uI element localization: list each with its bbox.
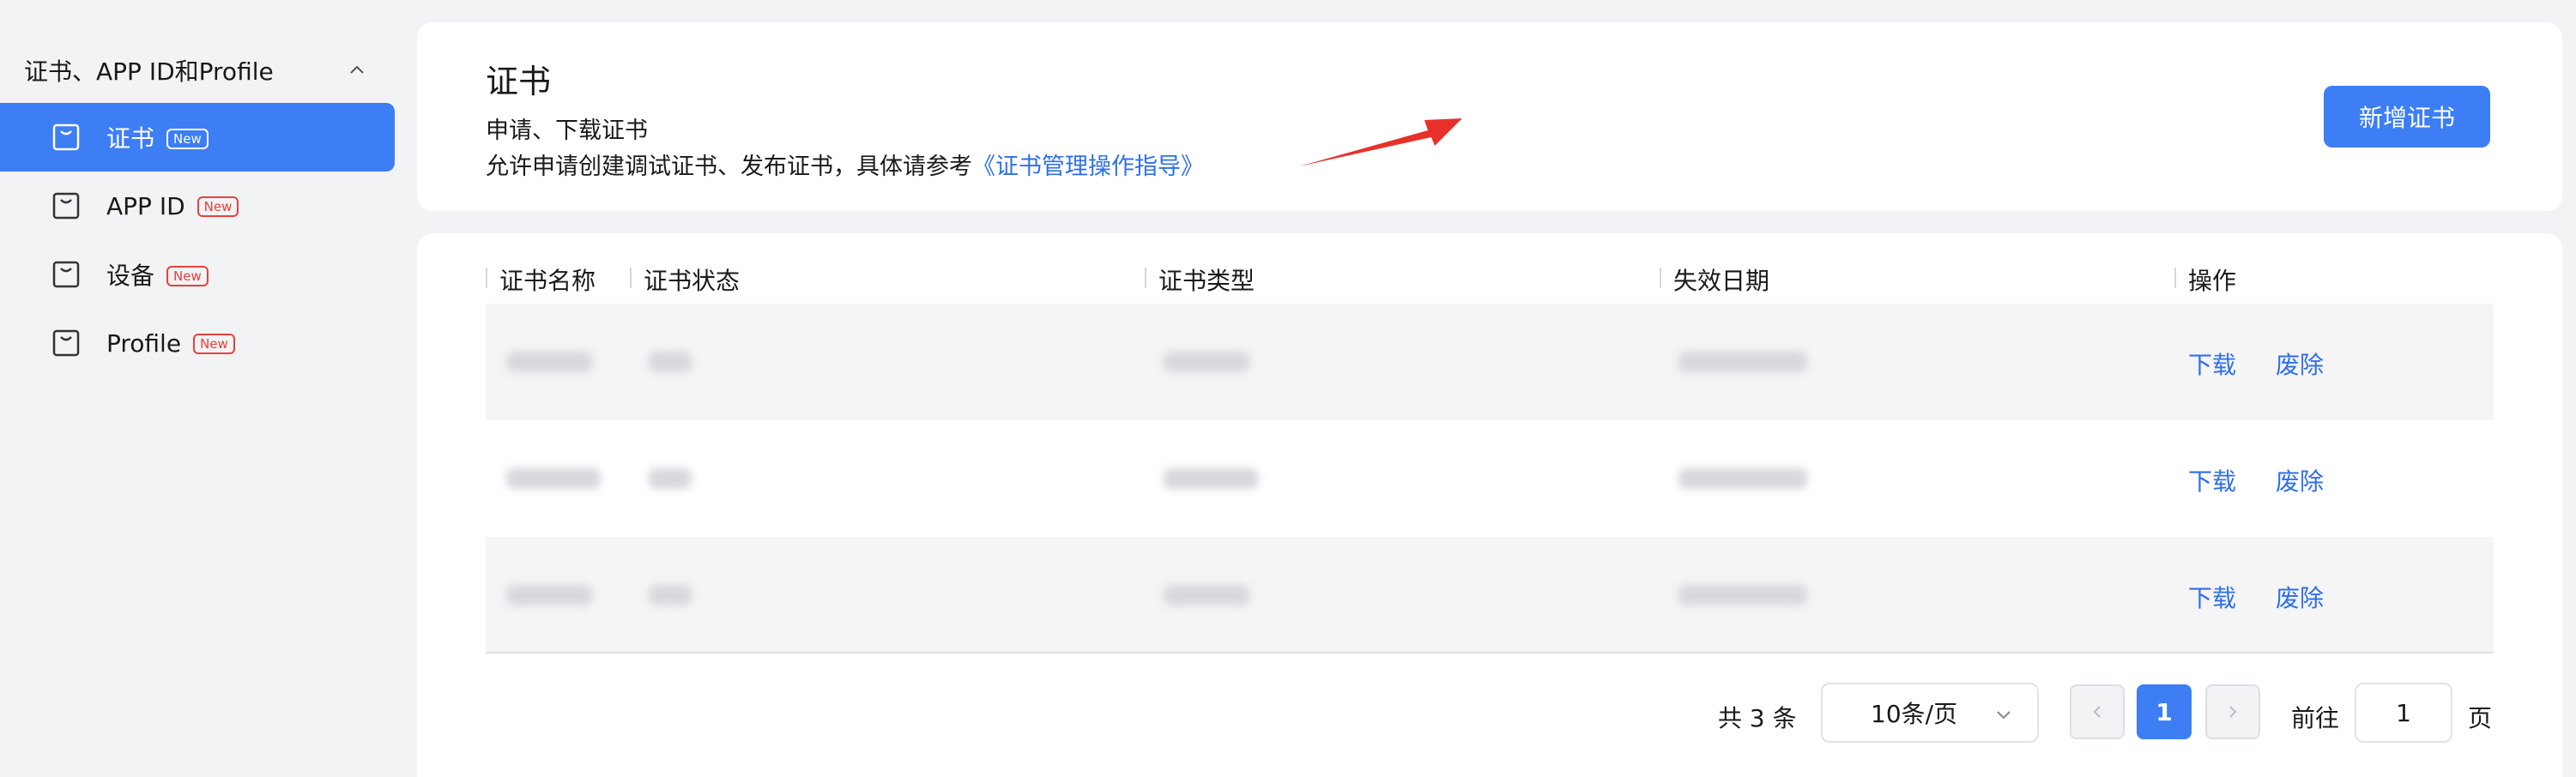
sidebar-item-app-id[interactable]: APP ID New xyxy=(0,172,395,240)
column-header: 证书名称 xyxy=(486,262,596,297)
pagination: 共 3 条 10条/页 1 前往 1 页 xyxy=(417,683,2562,744)
description-text: 允许申请创建调试证书、发布证书，具体请参考 xyxy=(486,154,972,180)
redacted-cell xyxy=(649,352,692,372)
redacted-cell xyxy=(1164,352,1249,372)
table-row: 下载 废除 xyxy=(486,420,2494,537)
profile-icon xyxy=(52,329,80,357)
sidebar-item-label: APP ID xyxy=(106,191,185,220)
chevron-down-icon xyxy=(1997,711,2011,720)
column-header: 操作 xyxy=(2174,262,2236,297)
total-count: 共 3 条 xyxy=(1718,704,1797,732)
chevron-up-icon[interactable] xyxy=(347,60,367,81)
prev-page-button[interactable] xyxy=(2070,684,2125,739)
device-icon xyxy=(52,261,80,288)
add-certificate-button[interactable]: 新增证书 xyxy=(2324,86,2490,148)
table-row: 下载 废除 xyxy=(486,304,2494,420)
new-badge: New xyxy=(197,196,239,217)
redacted-cell xyxy=(506,352,592,372)
table-body: 下载 废除 下载 废除 下载 废除 xyxy=(486,304,2494,654)
download-link[interactable]: 下载 xyxy=(2188,463,2236,497)
page-description: 允许申请创建调试证书、发布证书，具体请参考《证书管理操作指导》 xyxy=(486,148,1204,181)
redacted-cell xyxy=(1678,585,1807,605)
header-card: 证书 申请、下载证书 允许申请创建调试证书、发布证书，具体请参考《证书管理操作指… xyxy=(417,22,2562,211)
redacted-cell xyxy=(649,468,692,489)
chevron-right-icon xyxy=(2229,706,2237,718)
column-header: 证书状态 xyxy=(630,262,740,297)
sidebar-group-header[interactable]: 证书、APP ID和Profile xyxy=(24,50,367,91)
chevron-left-icon xyxy=(2093,706,2101,718)
next-page-button[interactable] xyxy=(2205,684,2260,739)
sidebar-group-label: 证书、APP ID和Profile xyxy=(24,57,274,86)
page-title: 证书 xyxy=(486,63,552,100)
guide-link[interactable]: 《证书管理操作指导》 xyxy=(972,154,1204,180)
sidebar-item-profile[interactable]: Profile New xyxy=(0,309,395,377)
revoke-link[interactable]: 废除 xyxy=(2276,580,2324,614)
page-size-select[interactable]: 10条/页 xyxy=(1821,683,2039,743)
goto-label: 前往 xyxy=(2291,704,2340,732)
redacted-cell xyxy=(1678,352,1807,372)
redacted-cell xyxy=(1164,585,1249,605)
new-badge: New xyxy=(166,129,209,149)
revoke-link[interactable]: 废除 xyxy=(2276,463,2324,497)
table-row: 下载 废除 xyxy=(486,537,2494,654)
redacted-cell xyxy=(506,468,601,489)
download-link[interactable]: 下载 xyxy=(2188,580,2236,614)
new-badge: New xyxy=(166,266,209,286)
sidebar-item-device[interactable]: 设备 New xyxy=(0,240,395,309)
download-link[interactable]: 下载 xyxy=(2188,346,2236,381)
page-size-value: 10条/页 xyxy=(1871,700,1958,728)
table-divider xyxy=(486,652,2494,654)
new-badge: New xyxy=(193,333,235,354)
table-header: 证书名称 证书状态 证书类型 失效日期 操作 xyxy=(486,250,2494,302)
page-number-button[interactable]: 1 xyxy=(2137,684,2192,739)
sidebar-item-certificate[interactable]: 证书 New xyxy=(0,103,395,172)
sidebar-item-label: Profile xyxy=(106,328,182,358)
redacted-cell xyxy=(506,585,592,605)
sidebar-item-label: 设备 xyxy=(106,262,155,290)
arrow-annotation-icon xyxy=(1299,118,1462,166)
sidebar-item-label: 证书 xyxy=(106,124,155,153)
sidebar: 证书、APP ID和Profile 证书 New APP ID New 设备 New xyxy=(0,0,403,777)
redacted-cell xyxy=(649,585,692,605)
certificate-icon xyxy=(52,123,80,151)
redacted-cell xyxy=(1164,468,1258,489)
revoke-link[interactable]: 废除 xyxy=(2276,346,2324,381)
redacted-cell xyxy=(1678,468,1807,489)
page-unit-label: 页 xyxy=(2468,704,2493,732)
column-header: 失效日期 xyxy=(1660,262,1769,297)
page-subtitle: 申请、下载证书 xyxy=(486,117,648,144)
goto-page-input[interactable]: 1 xyxy=(2355,683,2452,743)
certificate-table-card: 证书名称 证书状态 证书类型 失效日期 操作 下载 废除 下载 废除 下载 废除… xyxy=(417,233,2562,777)
app-id-icon xyxy=(52,192,80,220)
column-header: 证书类型 xyxy=(1145,262,1255,297)
